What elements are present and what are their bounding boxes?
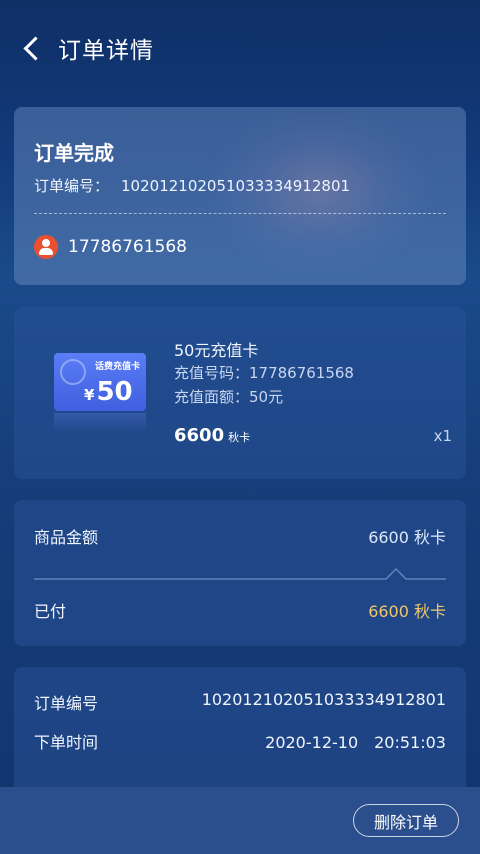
order-status-card: 订单完成 订单编号： 102012102051033334912801 17786…: [14, 107, 466, 285]
page-title: 订单详情: [58, 38, 154, 64]
product-card[interactable]: 话费充值卡 ¥50 50元充值卡 充值号码：17786761568 充值面额：5…: [14, 307, 466, 479]
order-number-line: 订单编号： 102012102051033334912801: [34, 175, 350, 196]
goods-amount-label: 商品金额: [34, 528, 99, 547]
user-phone: 17786761568: [68, 237, 187, 257]
carrier-logo-icon: [60, 359, 86, 385]
goods-amount-row: 商品金额 6600 秋卡: [34, 524, 446, 548]
back-arrow-icon[interactable]: [22, 35, 42, 61]
dashed-divider: [34, 213, 446, 214]
info-time-label: 下单时间: [34, 733, 99, 752]
notched-divider: [34, 568, 446, 580]
thumbnail-amount-value: 50: [96, 377, 133, 407]
thumbnail-amount: ¥50: [84, 377, 133, 407]
paid-value: 6600 秋卡: [368, 602, 446, 621]
order-info-card: 订单编号 102012102051033334912801 下单时间 2020-…: [14, 667, 466, 807]
paid-label: 已付: [34, 602, 67, 621]
product-price-unit: 秋卡: [228, 431, 251, 444]
bottom-action-bar: 删除订单: [0, 787, 480, 854]
user-icon: [34, 235, 58, 259]
order-status: 订单完成: [34, 141, 114, 165]
thumbnail-reflection: [54, 413, 146, 433]
face-value: 充值面额：50元: [174, 388, 284, 406]
recharge-number: 充值号码：17786761568: [174, 364, 354, 382]
info-number-value: 102012102051033334912801: [201, 690, 446, 709]
user-row: 17786761568: [34, 235, 187, 259]
thumbnail-currency: ¥: [84, 386, 95, 404]
product-name: 50元充值卡: [174, 341, 259, 360]
header: 订单详情: [0, 0, 480, 96]
delete-order-button[interactable]: 删除订单: [353, 804, 459, 837]
order-number-value: 102012102051033334912801: [121, 177, 351, 195]
goods-amount-value: 6600 秋卡: [368, 528, 446, 547]
info-number-label: 订单编号: [34, 694, 99, 713]
recharge-card-thumbnail: 话费充值卡 ¥50: [54, 353, 146, 411]
order-number-label: 订单编号：: [34, 177, 110, 195]
product-price: 6600 秋卡: [174, 425, 250, 446]
amount-card: 商品金额 6600 秋卡 已付 6600 秋卡: [14, 500, 466, 646]
thumbnail-tag: 话费充值卡: [94, 362, 140, 372]
info-time-value: 2020-12-10 20:51:03: [265, 733, 446, 752]
product-quantity: x1: [433, 427, 452, 445]
info-time-row: 下单时间 2020-12-10 20:51:03: [34, 729, 446, 753]
paid-row: 已付 6600 秋卡: [34, 598, 446, 622]
info-number-row: 订单编号 102012102051033334912801: [34, 690, 446, 714]
product-price-value: 6600: [174, 425, 225, 446]
